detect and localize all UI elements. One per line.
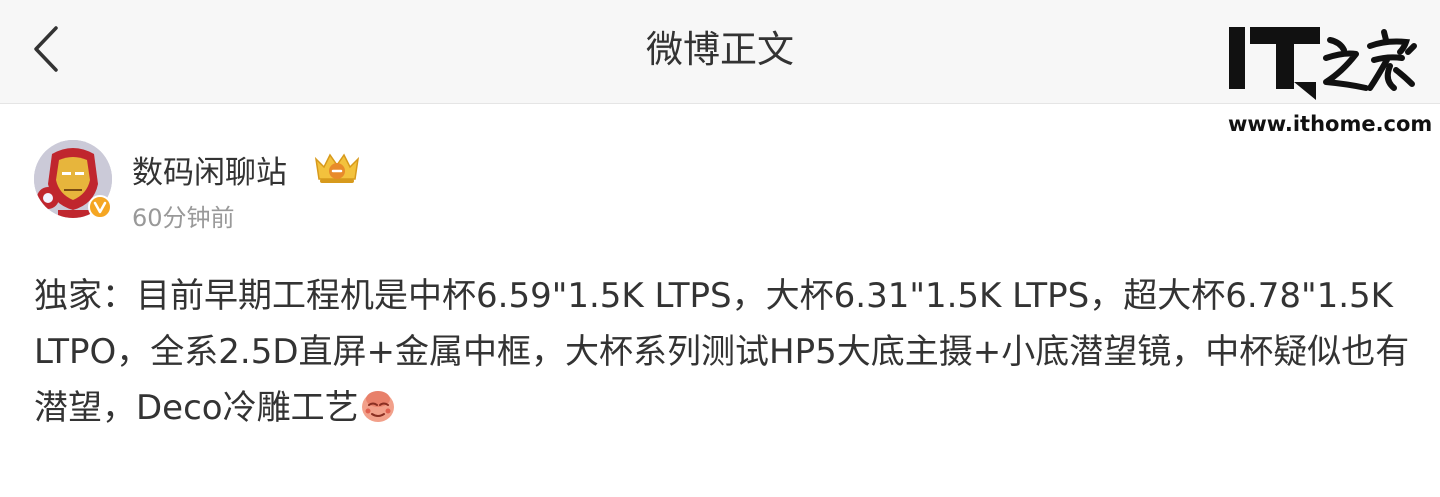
verified-v-icon bbox=[88, 195, 112, 219]
smirk-emoji-icon bbox=[361, 391, 394, 422]
post-text-content: 独家：目前早期工程机是中杯6.59"1.5K LTPS，大杯6.31"1.5K … bbox=[34, 276, 1410, 428]
crown-member-icon[interactable] bbox=[312, 149, 362, 185]
author-name[interactable]: 数码闲聊站 bbox=[132, 147, 287, 192]
ithome-logo bbox=[1229, 27, 1417, 100]
post-time: 60分钟前 bbox=[132, 204, 235, 232]
author-row: 数码闲聊站 60分钟前 bbox=[34, 140, 834, 232]
weibo-post-page: 微博正文 www.ithome.com 数码闲聊站 60分钟前 独家：目前早期工… bbox=[0, 0, 1440, 497]
watermark-url: www.ithome.com bbox=[1228, 112, 1433, 136]
ithome-watermark: www.ithome.com bbox=[1222, 22, 1432, 140]
post-text: 独家：目前早期工程机是中杯6.59"1.5K LTPS，大杯6.31"1.5K … bbox=[34, 268, 1414, 436]
